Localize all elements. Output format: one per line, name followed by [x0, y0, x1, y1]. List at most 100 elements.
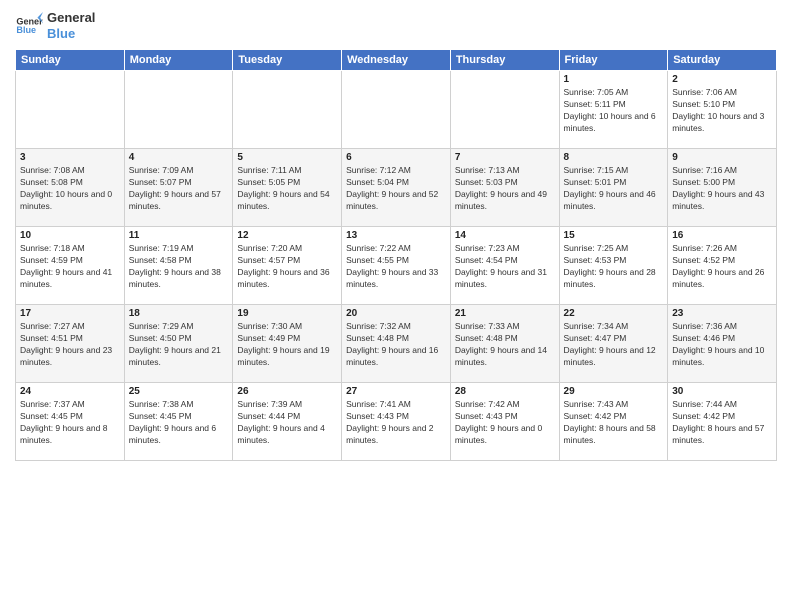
day-number: 20	[346, 308, 446, 319]
svg-text:Blue: Blue	[16, 25, 36, 35]
calendar-week-row: 24 Sunrise: 7:37 AM Sunset: 4:45 PM Dayli…	[16, 383, 777, 461]
page-header: General Blue General Blue	[15, 10, 777, 41]
day-number: 7	[455, 152, 555, 163]
day-number: 19	[237, 308, 337, 319]
calendar-cell	[233, 71, 342, 149]
day-info: Sunrise: 7:18 AM Sunset: 4:59 PM Dayligh…	[20, 243, 120, 291]
day-number: 3	[20, 152, 120, 163]
logo-icon: General Blue	[15, 12, 43, 40]
day-info: Sunrise: 7:34 AM Sunset: 4:47 PM Dayligh…	[564, 321, 664, 369]
day-number: 18	[129, 308, 229, 319]
day-number: 28	[455, 386, 555, 397]
day-info: Sunrise: 7:15 AM Sunset: 5:01 PM Dayligh…	[564, 165, 664, 213]
day-number: 6	[346, 152, 446, 163]
calendar-cell: 19 Sunrise: 7:30 AM Sunset: 4:49 PM Dayli…	[233, 305, 342, 383]
day-info: Sunrise: 7:36 AM Sunset: 4:46 PM Dayligh…	[672, 321, 772, 369]
day-info: Sunrise: 7:41 AM Sunset: 4:43 PM Dayligh…	[346, 399, 446, 447]
calendar-cell: 6 Sunrise: 7:12 AM Sunset: 5:04 PM Daylig…	[342, 149, 451, 227]
calendar-cell: 25 Sunrise: 7:38 AM Sunset: 4:45 PM Dayli…	[124, 383, 233, 461]
calendar-cell	[16, 71, 125, 149]
day-number: 8	[564, 152, 664, 163]
calendar-cell: 14Sunrise: 7:23 AM Sunset: 4:54 PM Dayli…	[450, 227, 559, 305]
calendar-week-row: 17Sunrise: 7:27 AM Sunset: 4:51 PM Dayli…	[16, 305, 777, 383]
calendar-cell: 22Sunrise: 7:34 AM Sunset: 4:47 PM Dayli…	[559, 305, 668, 383]
calendar-cell: 4Sunrise: 7:09 AM Sunset: 5:07 PM Daylig…	[124, 149, 233, 227]
day-info: Sunrise: 7:43 AM Sunset: 4:42 PM Dayligh…	[564, 399, 664, 447]
calendar-header-friday: Friday	[559, 50, 668, 71]
day-number: 15	[564, 230, 664, 241]
calendar-cell: 9 Sunrise: 7:16 AM Sunset: 5:00 PM Daylig…	[668, 149, 777, 227]
calendar-cell: 17Sunrise: 7:27 AM Sunset: 4:51 PM Dayli…	[16, 305, 125, 383]
day-number: 21	[455, 308, 555, 319]
calendar-cell	[342, 71, 451, 149]
day-number: 24	[20, 386, 120, 397]
calendar-header-wednesday: Wednesday	[342, 50, 451, 71]
calendar-week-row: 1 Sunrise: 7:05 AM Sunset: 5:11 PM Daylig…	[16, 71, 777, 149]
day-info: Sunrise: 7:22 AM Sunset: 4:55 PM Dayligh…	[346, 243, 446, 291]
logo: General Blue General Blue	[15, 10, 95, 41]
day-info: Sunrise: 7:32 AM Sunset: 4:48 PM Dayligh…	[346, 321, 446, 369]
calendar-week-row: 3Sunrise: 7:08 AM Sunset: 5:08 PM Daylig…	[16, 149, 777, 227]
calendar-cell: 11 Sunrise: 7:19 AM Sunset: 4:58 PM Dayli…	[124, 227, 233, 305]
day-number: 29	[564, 386, 664, 397]
day-number: 30	[672, 386, 772, 397]
day-info: Sunrise: 7:44 AM Sunset: 4:42 PM Dayligh…	[672, 399, 772, 447]
day-number: 1	[564, 74, 664, 85]
calendar-cell: 12Sunrise: 7:20 AM Sunset: 4:57 PM Dayli…	[233, 227, 342, 305]
calendar-header-thursday: Thursday	[450, 50, 559, 71]
day-info: Sunrise: 7:42 AM Sunset: 4:43 PM Dayligh…	[455, 399, 555, 447]
calendar-cell: 1 Sunrise: 7:05 AM Sunset: 5:11 PM Daylig…	[559, 71, 668, 149]
calendar-cell: 16 Sunrise: 7:26 AM Sunset: 4:52 PM Dayli…	[668, 227, 777, 305]
calendar-cell: 7 Sunrise: 7:13 AM Sunset: 5:03 PM Daylig…	[450, 149, 559, 227]
day-number: 4	[129, 152, 229, 163]
day-info: Sunrise: 7:25 AM Sunset: 4:53 PM Dayligh…	[564, 243, 664, 291]
day-info: Sunrise: 7:12 AM Sunset: 5:04 PM Dayligh…	[346, 165, 446, 213]
calendar-table: SundayMondayTuesdayWednesdayThursdayFrid…	[15, 49, 777, 461]
calendar-cell: 10Sunrise: 7:18 AM Sunset: 4:59 PM Dayli…	[16, 227, 125, 305]
day-info: Sunrise: 7:19 AM Sunset: 4:58 PM Dayligh…	[129, 243, 229, 291]
day-info: Sunrise: 7:20 AM Sunset: 4:57 PM Dayligh…	[237, 243, 337, 291]
day-info: Sunrise: 7:16 AM Sunset: 5:00 PM Dayligh…	[672, 165, 772, 213]
day-info: Sunrise: 7:06 AM Sunset: 5:10 PM Dayligh…	[672, 87, 772, 135]
day-number: 2	[672, 74, 772, 85]
calendar-cell: 13 Sunrise: 7:22 AM Sunset: 4:55 PM Dayli…	[342, 227, 451, 305]
calendar-cell: 20 Sunrise: 7:32 AM Sunset: 4:48 PM Dayli…	[342, 305, 451, 383]
calendar-cell	[450, 71, 559, 149]
calendar-cell: 28 Sunrise: 7:42 AM Sunset: 4:43 PM Dayli…	[450, 383, 559, 461]
day-number: 16	[672, 230, 772, 241]
day-number: 5	[237, 152, 337, 163]
day-number: 9	[672, 152, 772, 163]
day-info: Sunrise: 7:39 AM Sunset: 4:44 PM Dayligh…	[237, 399, 337, 447]
day-number: 26	[237, 386, 337, 397]
day-info: Sunrise: 7:33 AM Sunset: 4:48 PM Dayligh…	[455, 321, 555, 369]
calendar-cell: 18 Sunrise: 7:29 AM Sunset: 4:50 PM Dayli…	[124, 305, 233, 383]
day-number: 13	[346, 230, 446, 241]
day-number: 27	[346, 386, 446, 397]
day-info: Sunrise: 7:29 AM Sunset: 4:50 PM Dayligh…	[129, 321, 229, 369]
calendar-cell: 29 Sunrise: 7:43 AM Sunset: 4:42 PM Dayli…	[559, 383, 668, 461]
day-info: Sunrise: 7:26 AM Sunset: 4:52 PM Dayligh…	[672, 243, 772, 291]
day-info: Sunrise: 7:11 AM Sunset: 5:05 PM Dayligh…	[237, 165, 337, 213]
calendar-header-saturday: Saturday	[668, 50, 777, 71]
day-info: Sunrise: 7:27 AM Sunset: 4:51 PM Dayligh…	[20, 321, 120, 369]
calendar-week-row: 10Sunrise: 7:18 AM Sunset: 4:59 PM Dayli…	[16, 227, 777, 305]
calendar-header-sunday: Sunday	[16, 50, 125, 71]
day-info: Sunrise: 7:30 AM Sunset: 4:49 PM Dayligh…	[237, 321, 337, 369]
day-info: Sunrise: 7:38 AM Sunset: 4:45 PM Dayligh…	[129, 399, 229, 447]
day-info: Sunrise: 7:05 AM Sunset: 5:11 PM Dayligh…	[564, 87, 664, 135]
logo-text: General Blue	[47, 10, 95, 41]
day-number: 14	[455, 230, 555, 241]
day-number: 25	[129, 386, 229, 397]
calendar-cell: 3Sunrise: 7:08 AM Sunset: 5:08 PM Daylig…	[16, 149, 125, 227]
calendar-cell: 24 Sunrise: 7:37 AM Sunset: 4:45 PM Dayli…	[16, 383, 125, 461]
calendar-cell: 5 Sunrise: 7:11 AM Sunset: 5:05 PM Daylig…	[233, 149, 342, 227]
day-info: Sunrise: 7:37 AM Sunset: 4:45 PM Dayligh…	[20, 399, 120, 447]
calendar-header-row: SundayMondayTuesdayWednesdayThursdayFrid…	[16, 50, 777, 71]
day-info: Sunrise: 7:13 AM Sunset: 5:03 PM Dayligh…	[455, 165, 555, 213]
day-number: 11	[129, 230, 229, 241]
calendar-header-monday: Monday	[124, 50, 233, 71]
calendar-cell: 8 Sunrise: 7:15 AM Sunset: 5:01 PM Daylig…	[559, 149, 668, 227]
day-number: 23	[672, 308, 772, 319]
calendar-cell: 23 Sunrise: 7:36 AM Sunset: 4:46 PM Dayli…	[668, 305, 777, 383]
calendar-cell: 26 Sunrise: 7:39 AM Sunset: 4:44 PM Dayli…	[233, 383, 342, 461]
